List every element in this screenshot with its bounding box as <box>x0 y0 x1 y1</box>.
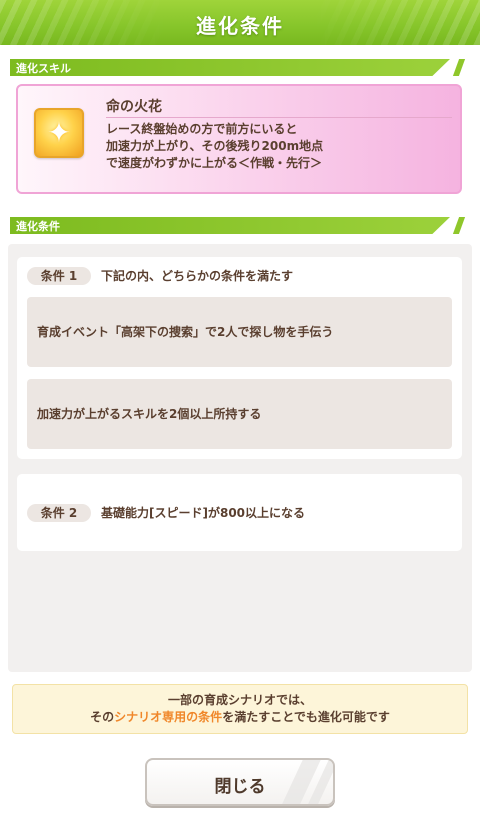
condition-tag: 条件 2 <box>27 504 91 522</box>
evolution-conditions-dialog: 進化条件 進化スキル ✦ 命の火花 レース終盤始めの方で前方にいると 加速力が上… <box>0 0 480 831</box>
skill-description: レース終盤始めの方で前方にいると 加速力が上がり、その後残り200m地点 で速度… <box>106 121 323 172</box>
skill-description-line: 加速力が上がり、その後残り200m地点 <box>106 139 324 153</box>
section-bar-fill <box>10 217 450 234</box>
note-line-1: 一部の育成シナリオでは、 <box>167 693 312 707</box>
skill-description-line: で速度がわずかに上がる＜作戦・先行＞ <box>106 156 323 170</box>
dialog-title: 進化条件 <box>196 14 284 38</box>
note-highlight: シナリオ専用の条件 <box>114 710 223 724</box>
section-bar-skill: 進化スキル <box>10 59 468 76</box>
section-label-conditions: 進化条件 <box>16 220 60 233</box>
condition-option: 育成イベント「高架下の捜索」で2人で探し物を手伝う <box>27 297 452 367</box>
condition-option-text: 加速力が上がるスキルを2個以上所持する <box>37 407 262 421</box>
section-label-skill: 進化スキル <box>16 62 71 75</box>
skill-divider <box>106 117 452 118</box>
dialog-header: 進化条件 <box>0 0 480 45</box>
section-bar-tick <box>452 217 466 234</box>
condition-text: 基礎能力[スピード]が800以上になる <box>101 506 306 520</box>
note-text: その <box>90 710 115 724</box>
condition-text: 下記の内、どちらかの条件を満たす <box>101 269 294 283</box>
condition-card-1: 条件 1 下記の内、どちらかの条件を満たす 育成イベント「高架下の捜索」で2人で… <box>17 257 462 459</box>
skill-description-line: レース終盤始めの方で前方にいると <box>106 122 298 136</box>
note-line-2: そのシナリオ専用の条件を満たすことでも進化可能です <box>13 709 467 726</box>
section-bar-tick <box>452 59 466 76</box>
section-bar-conditions: 進化条件 <box>10 217 468 234</box>
conditions-panel: 条件 1 下記の内、どちらかの条件を満たす 育成イベント「高架下の捜索」で2人で… <box>8 244 472 672</box>
close-button-label: 閉じる <box>214 777 266 797</box>
condition-option: 加速力が上がるスキルを2個以上所持する <box>27 379 452 449</box>
close-button[interactable]: 閉じる <box>145 758 335 806</box>
section-bar-fill <box>10 59 450 76</box>
skill-card: ✦ 命の火花 レース終盤始めの方で前方にいると 加速力が上がり、その後残り200… <box>16 84 462 194</box>
running-figure-icon: ✦ <box>34 108 84 158</box>
condition-card-2: 条件 2 基礎能力[スピード]が800以上になる <box>17 474 462 551</box>
note-text: を満たすことでも進化可能です <box>222 710 390 724</box>
scenario-note: 一部の育成シナリオでは、 そのシナリオ専用の条件を満たすことでも進化可能です <box>12 684 468 734</box>
condition-option-text: 育成イベント「高架下の捜索」で2人で探し物を手伝う <box>37 325 334 339</box>
condition-tag: 条件 1 <box>27 267 91 285</box>
skill-name: 命の火花 <box>106 99 162 115</box>
